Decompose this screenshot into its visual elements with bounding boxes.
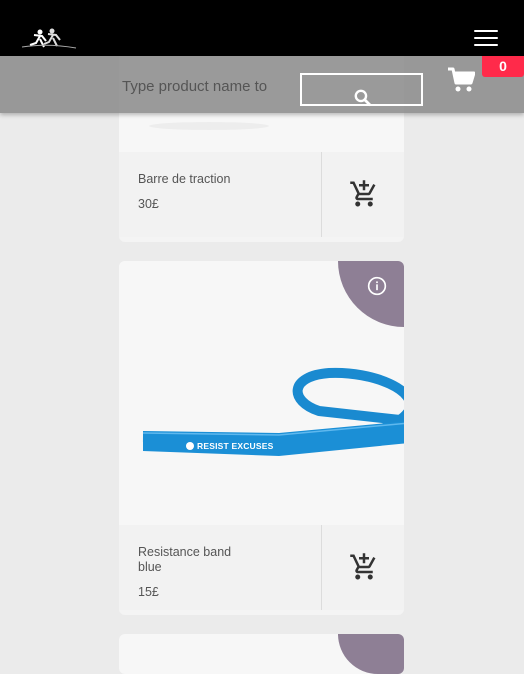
product-image-shadow: [149, 122, 269, 130]
product-price: 30£: [138, 197, 159, 211]
band-text: RESIST EXCUSES: [197, 441, 274, 451]
search-button[interactable]: [300, 73, 423, 107]
hamburger-icon-line: [474, 44, 498, 46]
cart-count-badge: 0: [482, 56, 524, 77]
product-price: 15£: [138, 585, 159, 599]
product-card: [119, 634, 404, 674]
runners-logo[interactable]: [18, 27, 78, 51]
product-card: RESIST EXCUSES Resistance band blue 15£: [119, 261, 404, 615]
hamburger-menu-button[interactable]: [474, 30, 498, 48]
add-to-cart-button[interactable]: [349, 179, 379, 209]
product-name: Barre de traction: [138, 172, 231, 186]
info-icon: [367, 276, 387, 296]
add-to-cart-icon: [350, 553, 376, 580]
divider: [321, 525, 322, 610]
shopping-cart-icon: [448, 67, 476, 92]
hamburger-icon-line: [474, 37, 498, 39]
info-button[interactable]: [338, 634, 404, 674]
product-footer: Resistance band blue 15£: [119, 525, 404, 610]
hamburger-icon: [474, 30, 498, 32]
top-navbar: [0, 0, 524, 56]
cart-button[interactable]: [447, 67, 476, 98]
add-to-cart-button[interactable]: [349, 552, 379, 582]
search-bar: 0: [0, 56, 524, 113]
divider: [321, 152, 322, 237]
search-icon: [354, 89, 372, 107]
add-to-cart-icon: [350, 180, 376, 207]
product-footer: Barre de traction 30£: [119, 152, 404, 237]
product-name: Resistance band blue: [138, 545, 232, 574]
search-input[interactable]: [122, 74, 292, 98]
product-image[interactable]: RESIST EXCUSES: [119, 261, 404, 525]
